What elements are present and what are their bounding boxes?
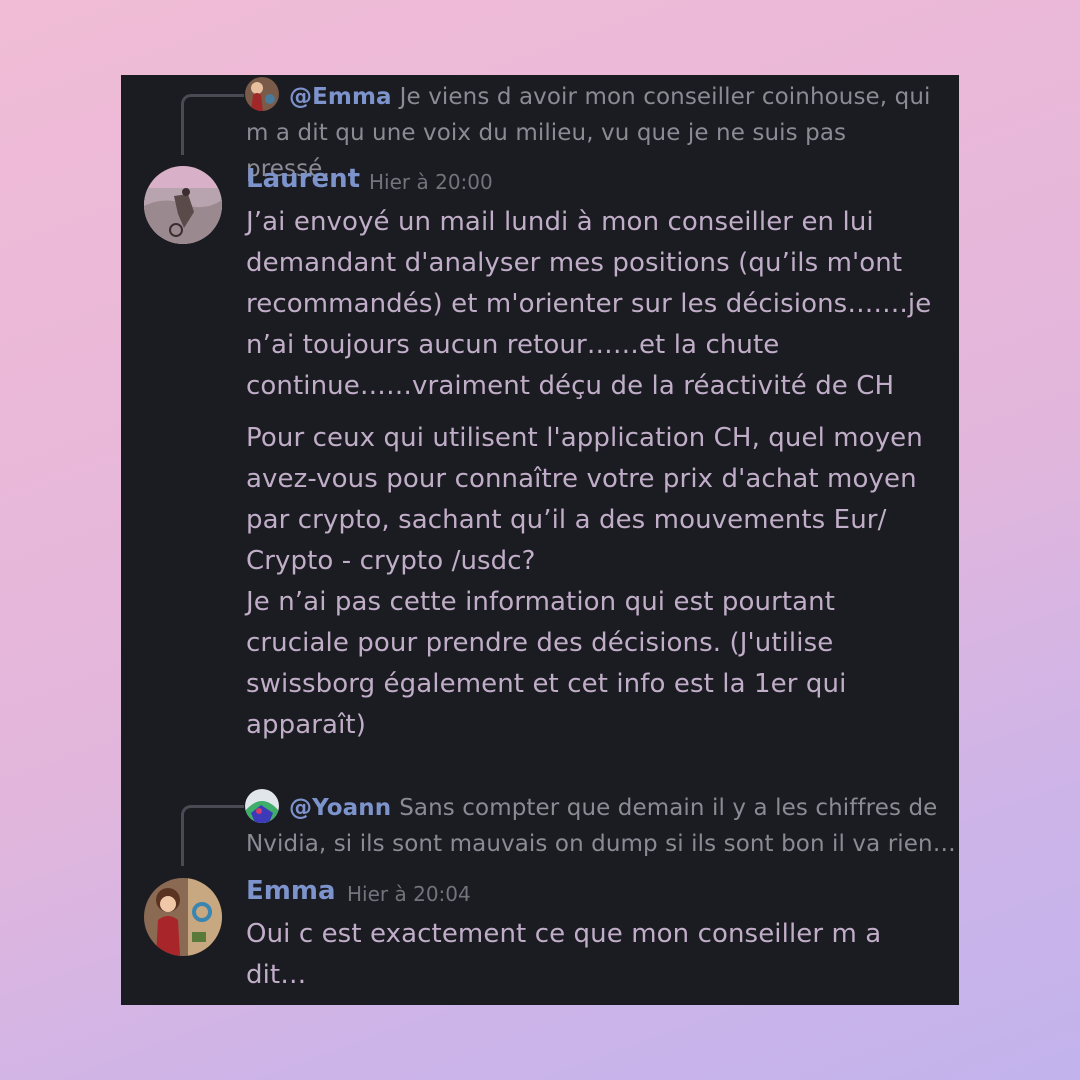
author-name-laurent[interactable]: Laurent [246, 164, 360, 194]
laurent-avatar[interactable] [144, 166, 222, 244]
message-line: Oui c est exactement ce que mon conseill… [246, 919, 882, 949]
message-line: demandant d'analyser mes positions (qu’i… [246, 248, 903, 278]
message-line: dit… [246, 960, 307, 990]
message-line: apparaît) [246, 710, 366, 740]
message-line: J’ai envoyé un mail lundi à mon conseill… [246, 207, 874, 237]
reply-snippet-line1: Sans compter que demain il y a les chiff… [399, 795, 938, 821]
message-line: Crypto - crypto /usdc? [246, 546, 536, 576]
timestamp-emma: Hier à 20:04 [347, 882, 471, 906]
message-line: Je n’ai pas cette information qui est po… [246, 587, 836, 617]
reply-snippet-line1: Je viens d avoir mon conseiller coinhous… [399, 84, 931, 110]
message-line: par crypto, sachant qu’il a des mouvemen… [246, 505, 887, 535]
emma-avatar[interactable] [144, 878, 222, 956]
message-line: recommandés) et m'orienter sur les décis… [246, 289, 932, 319]
message-line: cruciale pour prendre des décisions. (J'… [246, 628, 834, 658]
author-name-emma[interactable]: Emma [246, 876, 336, 906]
reply-mention[interactable]: @Emma [289, 84, 392, 110]
reply-snippet-line2: Nvidia, si ils sont mauvais on dump si i… [246, 831, 956, 857]
message-body-emma: Oui c est exactement ce que mon conseill… [246, 914, 951, 996]
message-line: avez-vous pour connaître votre prix d'ac… [246, 464, 917, 494]
message-body-laurent-2: Pour ceux qui utilisent l'application CH… [246, 418, 951, 746]
message-line: swissborg également et cet info est la 1… [246, 669, 847, 699]
message-line: continue……vraiment déçu de la réactivité… [246, 371, 895, 401]
reply-connector [181, 94, 244, 155]
reply-connector [181, 805, 244, 866]
chat-panel: @Emma Je viens d avoir mon conseiller coi… [121, 75, 959, 1005]
reply-preview-emma[interactable]: @Yoann Sans compter que demain il y a les… [246, 790, 958, 862]
message-body-laurent-1: J’ai envoyé un mail lundi à mon conseill… [246, 202, 951, 407]
message-line: n’ai toujours aucun retour……et la chute [246, 330, 780, 360]
timestamp-laurent: Hier à 20:00 [369, 170, 493, 194]
message-line: Pour ceux qui utilisent l'application CH… [246, 423, 923, 453]
reply-mention[interactable]: @Yoann [289, 795, 391, 821]
